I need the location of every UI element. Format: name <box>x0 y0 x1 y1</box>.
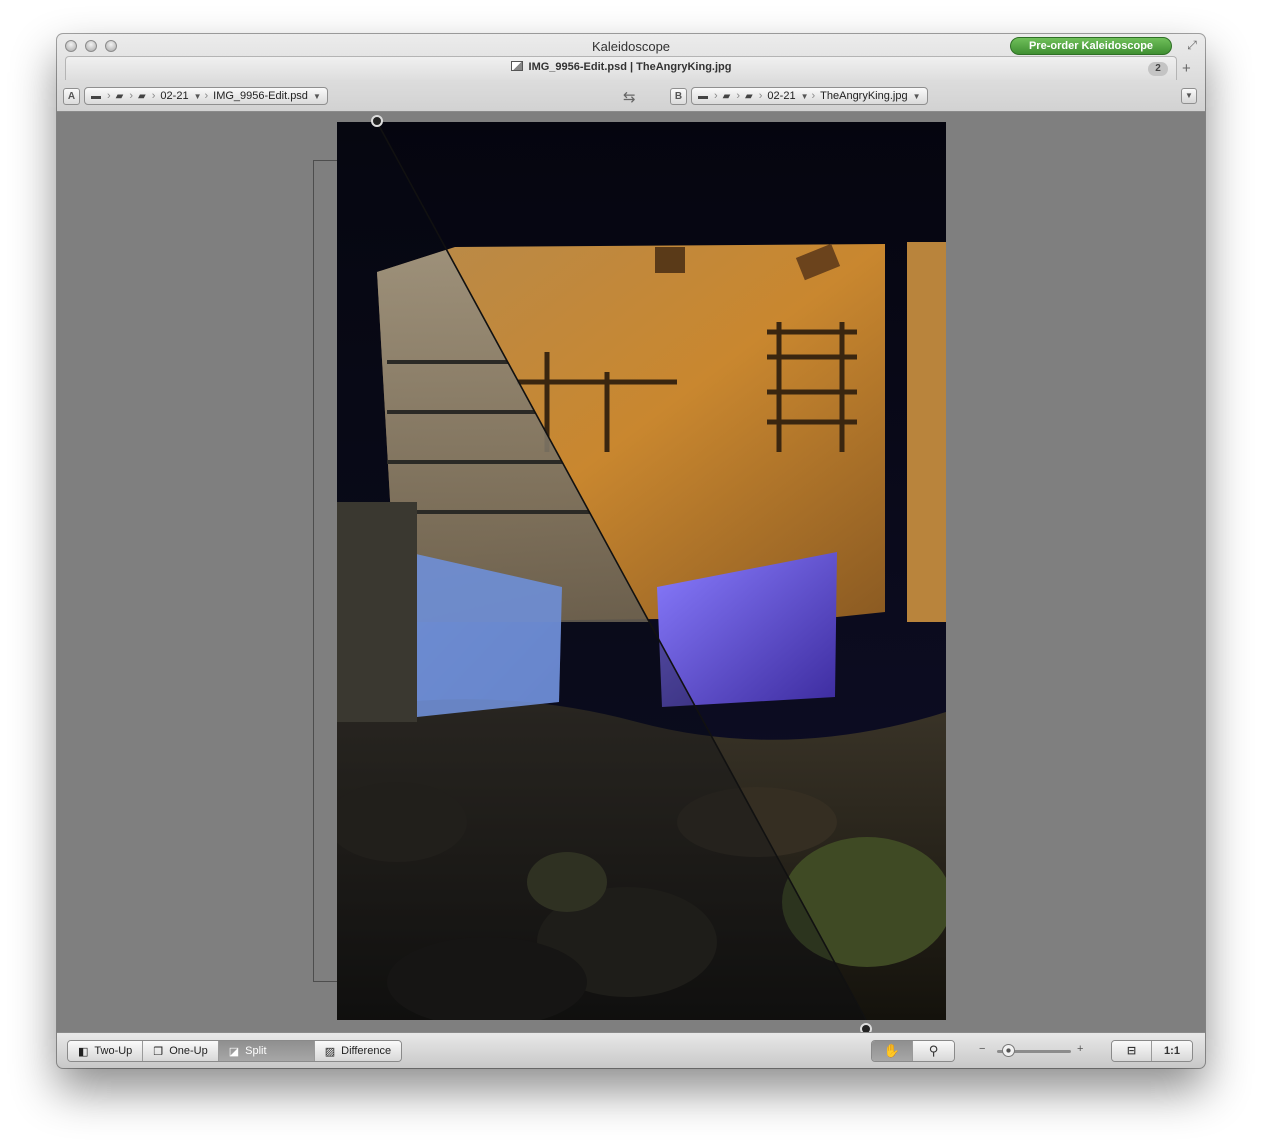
bottom-toolbar: ◧ Two-Up ❐ One-Up ◪ Split ▨ Difference ✋ ⚲ −… <box>57 1032 1205 1068</box>
magnifier-icon: ⚲ <box>928 1043 939 1058</box>
split-icon: ◪ <box>228 1045 240 1058</box>
view-mode-segmented-control: ◧ Two-Up ❐ One-Up ◪ Split ▨ Difference <box>67 1040 403 1062</box>
chevron-right-icon: › <box>107 90 111 102</box>
chevron-down-icon[interactable]: ▼ <box>913 92 921 101</box>
chevron-right-icon: › <box>204 90 209 102</box>
zoom-tool-button[interactable]: ⚲ <box>913 1041 954 1061</box>
split-button[interactable]: ◪ Split <box>218 1041 315 1061</box>
options-dropdown-icon[interactable]: ▼ <box>1181 88 1197 104</box>
folder-icon[interactable]: ▰ <box>138 91 146 102</box>
document-tab[interactable]: IMG_9956-Edit.psd | TheAngryKing.jpg 2 <box>65 56 1177 80</box>
chevron-right-icon: › <box>151 90 156 102</box>
chevron-down-icon[interactable]: ▼ <box>801 92 809 101</box>
difference-button[interactable]: ▨ Difference <box>314 1041 402 1061</box>
drive-icon[interactable]: ▬ <box>91 91 101 102</box>
difference-icon: ▨ <box>324 1045 336 1058</box>
folder-icon[interactable]: ▰ <box>723 91 731 102</box>
breadcrumb-file-a[interactable]: IMG_9956-Edit.psd <box>213 90 308 102</box>
chevron-right-icon: › <box>714 90 718 102</box>
zoom-out-icon[interactable]: − <box>979 1043 985 1055</box>
chevron-right-icon: › <box>811 90 816 102</box>
breadcrumb-b[interactable]: ▬ › ▰ › ▰ › 02-21 ▼ › TheAngryKing.jpg ▼ <box>691 87 928 105</box>
breadcrumb-a[interactable]: ▬ › ▰ › ▰ › 02-21 ▼ › IMG_9956-Edit.psd ▼ <box>84 87 328 105</box>
tab-title: IMG_9956-Edit.psd | TheAngryKing.jpg <box>528 61 732 73</box>
side-b-badge: B <box>670 87 687 105</box>
path-bar-b: B ▬ › ▰ › ▰ › 02-21 ▼ › TheAngryKing.jpg ▼ <box>670 86 928 106</box>
folder-icon[interactable]: ▰ <box>745 91 753 102</box>
split-photo[interactable] <box>337 122 946 1020</box>
actual-size-button[interactable]: 1:1 <box>1152 1041 1192 1061</box>
path-bar-a: A ▬ › ▰ › ▰ › 02-21 ▼ › IMG_9956-Edit.psd ▼ <box>63 86 328 106</box>
hand-icon: ✋ <box>883 1043 901 1058</box>
breadcrumb-file-b[interactable]: TheAngryKing.jpg <box>820 90 907 102</box>
side-a-badge: A <box>63 87 80 105</box>
breadcrumb-folder-b[interactable]: 02-21 <box>767 90 795 102</box>
fullscreen-icon[interactable]: ⤢ <box>1184 38 1200 54</box>
tab-count-badge[interactable]: 2 <box>1148 62 1168 76</box>
add-tab-icon[interactable]: + <box>1182 60 1191 77</box>
photo-graphic <box>337 122 946 1020</box>
fit-to-window-button[interactable]: ⊟ <box>1112 1041 1152 1061</box>
fit-to-window-icon: ⊟ <box>1126 1045 1137 1057</box>
folder-icon[interactable]: ▰ <box>116 91 124 102</box>
titlebar: Kaleidoscope Pre-order Kaleidoscope ⤢ IM… <box>57 34 1205 112</box>
chevron-right-icon: › <box>736 90 741 102</box>
split-handle-top[interactable] <box>371 115 383 127</box>
chevron-down-icon[interactable]: ▼ <box>194 92 202 101</box>
two-up-icon: ◧ <box>78 1045 89 1058</box>
fit-segmented-control: ⊟ 1:1 <box>1111 1040 1193 1062</box>
preorder-button[interactable]: Pre-order Kaleidoscope <box>1010 37 1172 55</box>
two-up-button[interactable]: ◧ Two-Up <box>68 1041 144 1061</box>
app-window: Kaleidoscope Pre-order Kaleidoscope ⤢ IM… <box>57 34 1205 1068</box>
chevron-down-icon[interactable]: ▼ <box>313 92 321 101</box>
zoom-slider-knob[interactable] <box>1002 1044 1016 1057</box>
comparison-canvas[interactable] <box>57 112 1205 1035</box>
tool-segmented-control: ✋ ⚲ <box>871 1040 955 1062</box>
hand-tool-button[interactable]: ✋ <box>872 1041 913 1061</box>
image-file-icon <box>510 61 523 71</box>
drive-icon[interactable]: ▬ <box>698 91 708 102</box>
one-up-icon: ❐ <box>153 1045 164 1058</box>
zoom-in-icon[interactable]: + <box>1077 1043 1083 1055</box>
one-up-button[interactable]: ❐ One-Up <box>143 1041 219 1061</box>
swap-icon[interactable]: ⇆ <box>623 88 636 106</box>
breadcrumb-folder-a[interactable]: 02-21 <box>160 90 188 102</box>
chevron-right-icon: › <box>758 90 763 102</box>
chevron-right-icon: › <box>129 90 134 102</box>
